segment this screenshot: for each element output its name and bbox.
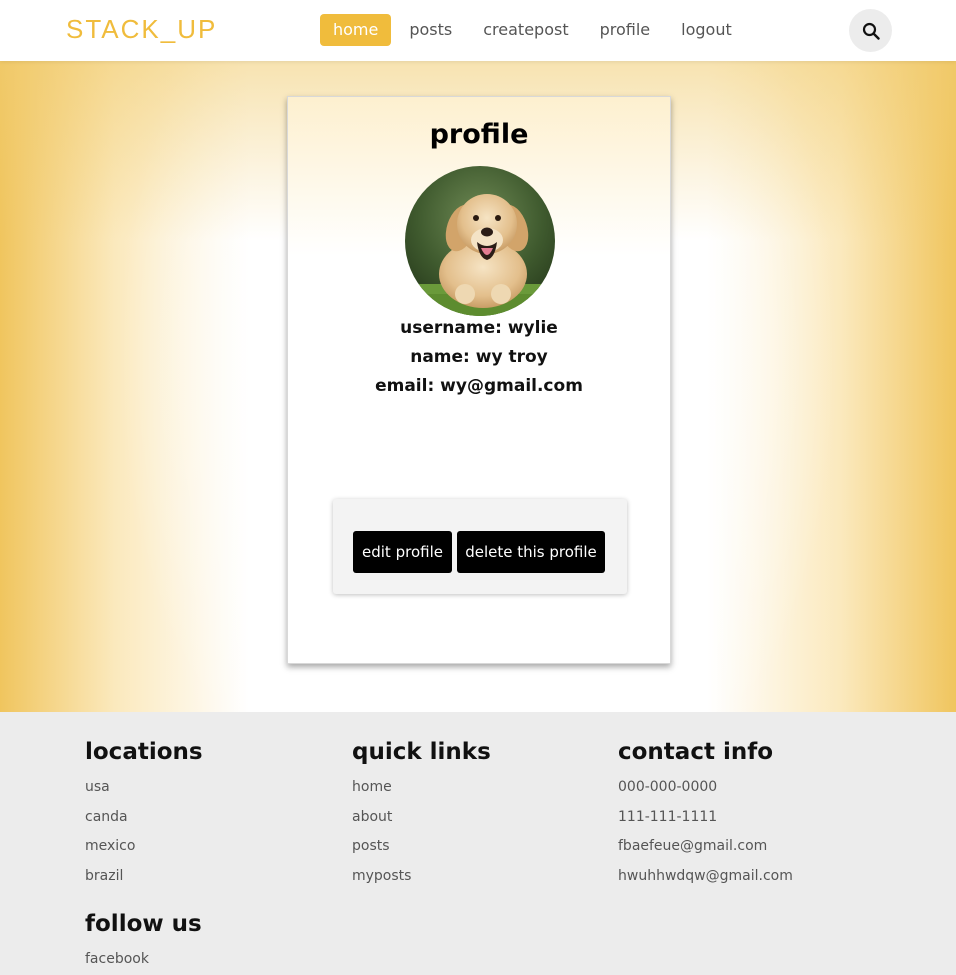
main-nav: home posts createpost profile logout (320, 14, 750, 46)
quick-link-about[interactable]: about (352, 803, 491, 833)
follow-heading: follow us (85, 911, 202, 937)
search-icon (862, 22, 880, 40)
site-footer: locations usa canda mexico brazil quick … (0, 712, 956, 975)
contact-phone[interactable]: 111-111-1111 (618, 803, 793, 833)
location-link[interactable]: mexico (85, 832, 203, 862)
nav-link-logout[interactable]: logout (668, 14, 745, 46)
contact-email[interactable]: hwuhhwdqw@gmail.com (618, 862, 793, 892)
quick-link-home[interactable]: home (352, 773, 491, 803)
dog-photo (405, 166, 555, 316)
location-link[interactable]: usa (85, 773, 203, 803)
avatar (405, 166, 555, 316)
profile-title: profile (429, 119, 529, 150)
delete-profile-button[interactable]: delete this profile (457, 531, 605, 573)
quick-links-heading: quick links (352, 739, 491, 765)
hero-background: profile username: wylie name: wy troy em… (0, 61, 956, 712)
brand-logo[interactable]: STACK_UP (66, 14, 217, 45)
contact-phone[interactable]: 000-000-0000 (618, 773, 793, 803)
footer-follow: follow us facebook (85, 907, 202, 975)
footer-locations: locations usa canda mexico brazil (85, 735, 203, 892)
profile-card: profile username: wylie name: wy troy em… (287, 96, 671, 664)
footer-contact: contact info 000-000-0000 111-111-1111 f… (618, 735, 793, 892)
nav-link-createpost[interactable]: createpost (470, 14, 581, 46)
top-navbar: STACK_UP home posts createpost profile l… (0, 0, 956, 61)
username-text: username: wylie (400, 318, 558, 338)
contact-email[interactable]: fbaefeue@gmail.com (618, 832, 793, 862)
nav-link-home[interactable]: home (320, 14, 392, 46)
social-link-facebook[interactable]: facebook (85, 945, 202, 975)
edit-profile-button[interactable]: edit profile (353, 531, 452, 573)
contact-heading: contact info (618, 739, 774, 765)
search-button[interactable] (849, 9, 892, 52)
nav-link-posts[interactable]: posts (396, 14, 465, 46)
location-link[interactable]: canda (85, 803, 203, 833)
profile-actions: edit profile delete this profile (333, 499, 627, 594)
email-text: email: wy@gmail.com (375, 376, 583, 396)
quick-link-posts[interactable]: posts (352, 832, 491, 862)
name-text: name: wy troy (410, 347, 548, 367)
nav-link-profile[interactable]: profile (587, 14, 664, 46)
locations-heading: locations (85, 739, 203, 765)
footer-quick-links: quick links home about posts myposts (352, 735, 491, 892)
quick-link-myposts[interactable]: myposts (352, 862, 491, 892)
location-link[interactable]: brazil (85, 862, 203, 892)
